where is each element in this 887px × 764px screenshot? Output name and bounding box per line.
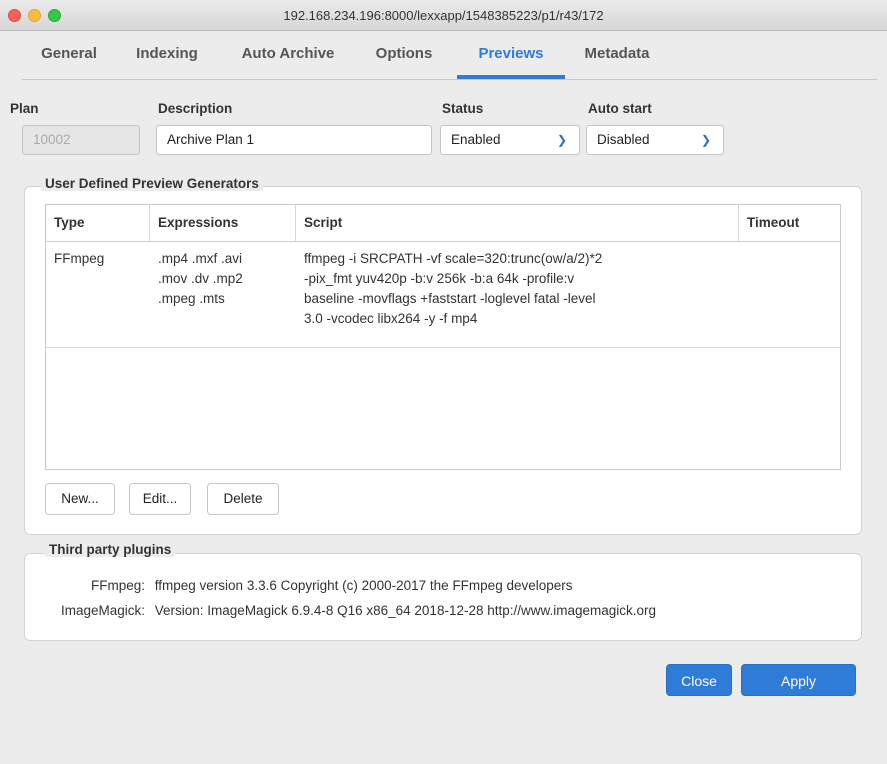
tab-metadata[interactable]: Metadata (572, 45, 662, 75)
cell-type: FFmpeg (54, 251, 105, 266)
autostart-label: Auto start (588, 101, 652, 116)
cell-expressions: .mp4 .mxf .avi .mov .dv .mp2 .mpeg .mts (158, 249, 243, 309)
description-field[interactable]: Archive Plan 1 (156, 125, 432, 155)
status-value: Enabled (451, 132, 501, 147)
tab-indexing[interactable]: Indexing (126, 45, 208, 75)
row-divider (46, 347, 840, 348)
expression-line: .mpeg .mts (158, 291, 225, 306)
table-row[interactable]: FFmpeg .mp4 .mxf .avi .mov .dv .mp2 .mpe… (46, 242, 840, 347)
plugin-row-imagemagick: ImageMagick: Version: ImageMagick 6.9.4-… (25, 603, 656, 618)
chevron-down-icon: ❯ (556, 133, 567, 147)
plugin-name: ImageMagick: (60, 603, 145, 618)
plugin-name: FFmpeg: (90, 578, 145, 593)
active-tab-indicator (457, 75, 565, 79)
chevron-down-icon: ❯ (700, 133, 711, 147)
script-line: 3.0 -vcodec libx264 -y -f mp4 (304, 311, 478, 326)
plugin-version: ffmpeg version 3.3.6 Copyright (c) 2000-… (154, 578, 573, 593)
description-label: Description (158, 101, 233, 116)
new-generator-button[interactable]: New... (45, 483, 115, 515)
third-party-plugins-group: FFmpeg: ffmpeg version 3.3.6 Copyright (… (24, 553, 862, 641)
tab-previews[interactable]: Previews (457, 45, 565, 75)
tab-bar: General Indexing Auto Archive Options Pr… (22, 31, 877, 80)
generators-table: Type Expressions Script Timeout FFmpeg .… (45, 204, 841, 470)
preview-generators-title: User Defined Preview Generators (41, 176, 263, 191)
autostart-value: Disabled (597, 132, 650, 147)
status-label: Status (442, 101, 484, 116)
window-title: 192.168.234.196:8000/lexxapp/1548385223/… (283, 8, 604, 23)
dialog-content: General Indexing Auto Archive Options Pr… (8, 31, 887, 764)
expression-line: .mp4 .mxf .avi (158, 251, 243, 266)
edit-generator-button[interactable]: Edit... (129, 483, 191, 515)
plugin-row-ffmpeg: FFmpeg: ffmpeg version 3.3.6 Copyright (… (25, 578, 573, 593)
status-select[interactable]: Enabled ❯ (440, 125, 580, 155)
script-line: -pix_fmt yuv420p -b:v 256k -b:a 64k -pro… (304, 271, 575, 286)
column-header-expressions[interactable]: Expressions (150, 205, 296, 241)
delete-generator-button[interactable]: Delete (207, 483, 279, 515)
cell-script: ffmpeg -i SRCPATH -vf scale=320:trunc(ow… (304, 249, 602, 329)
tab-general[interactable]: General (29, 45, 109, 75)
plugin-version: Version: ImageMagick 6.9.4-8 Q16 x86_64 … (154, 603, 657, 618)
column-header-script[interactable]: Script (296, 205, 739, 241)
tab-auto-archive[interactable]: Auto Archive (228, 45, 348, 75)
script-line: baseline -movflags +faststart -loglevel … (304, 291, 596, 306)
expression-line: .mov .dv .mp2 (158, 271, 243, 286)
autostart-select[interactable]: Disabled ❯ (586, 125, 724, 155)
plan-field: 10002 (22, 125, 140, 155)
tab-options[interactable]: Options (366, 45, 442, 75)
apply-button[interactable]: Apply (741, 664, 856, 696)
preview-generators-group: Type Expressions Script Timeout FFmpeg .… (24, 186, 862, 535)
window-titlebar: 192.168.234.196:8000/lexxapp/1548385223/… (0, 0, 887, 31)
column-header-type[interactable]: Type (46, 205, 150, 241)
column-header-timeout[interactable]: Timeout (739, 205, 840, 241)
script-line: ffmpeg -i SRCPATH -vf scale=320:trunc(ow… (304, 251, 603, 266)
close-button[interactable]: Close (666, 664, 732, 696)
plan-label: Plan (10, 101, 39, 116)
third-party-plugins-title: Third party plugins (45, 542, 176, 557)
